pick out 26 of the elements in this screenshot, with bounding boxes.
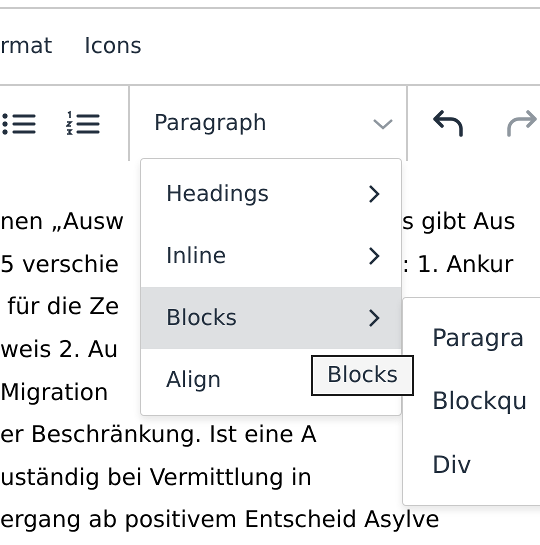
- numbered-list-icon: [66, 110, 100, 138]
- undo-button[interactable]: [432, 108, 466, 140]
- body-text: ergang ab positivem Entscheid Asylve: [0, 506, 440, 536]
- body-text: Migration: [0, 378, 108, 408]
- body-text: s gibt Aus: [402, 208, 516, 238]
- chevron-right-icon: [367, 307, 381, 329]
- menu-item[interactable]: Blocks: [141, 287, 401, 349]
- menu-item[interactable]: Div: [403, 433, 540, 496]
- menu-item[interactable]: Icons: [84, 34, 142, 59]
- body-text: er Beschränkung. Ist eine A: [0, 421, 317, 450]
- numbered-list-button[interactable]: [66, 110, 100, 138]
- body-text: weis 2. Au: [0, 336, 118, 366]
- chevron-down-icon: [372, 116, 394, 130]
- body-text: nen „Ausw: [0, 208, 124, 238]
- body-text: : 1. Ankur: [402, 250, 514, 280]
- undo-icon: [432, 108, 466, 140]
- body-text: uständig bei Vermittlung in: [0, 464, 312, 493]
- chevron-right-icon: [367, 183, 381, 205]
- chevron-right-icon: [367, 245, 381, 267]
- body-text: für die Ze: [6, 293, 120, 322]
- tooltip: Blocks: [311, 355, 414, 396]
- block-format-select[interactable]: Paragraph: [154, 111, 394, 136]
- body-text: 5 verschie: [0, 250, 119, 280]
- menu-item[interactable]: Headings: [141, 163, 401, 225]
- menu-item[interactable]: rmat: [0, 34, 52, 59]
- menu-item[interactable]: Inline: [141, 225, 401, 287]
